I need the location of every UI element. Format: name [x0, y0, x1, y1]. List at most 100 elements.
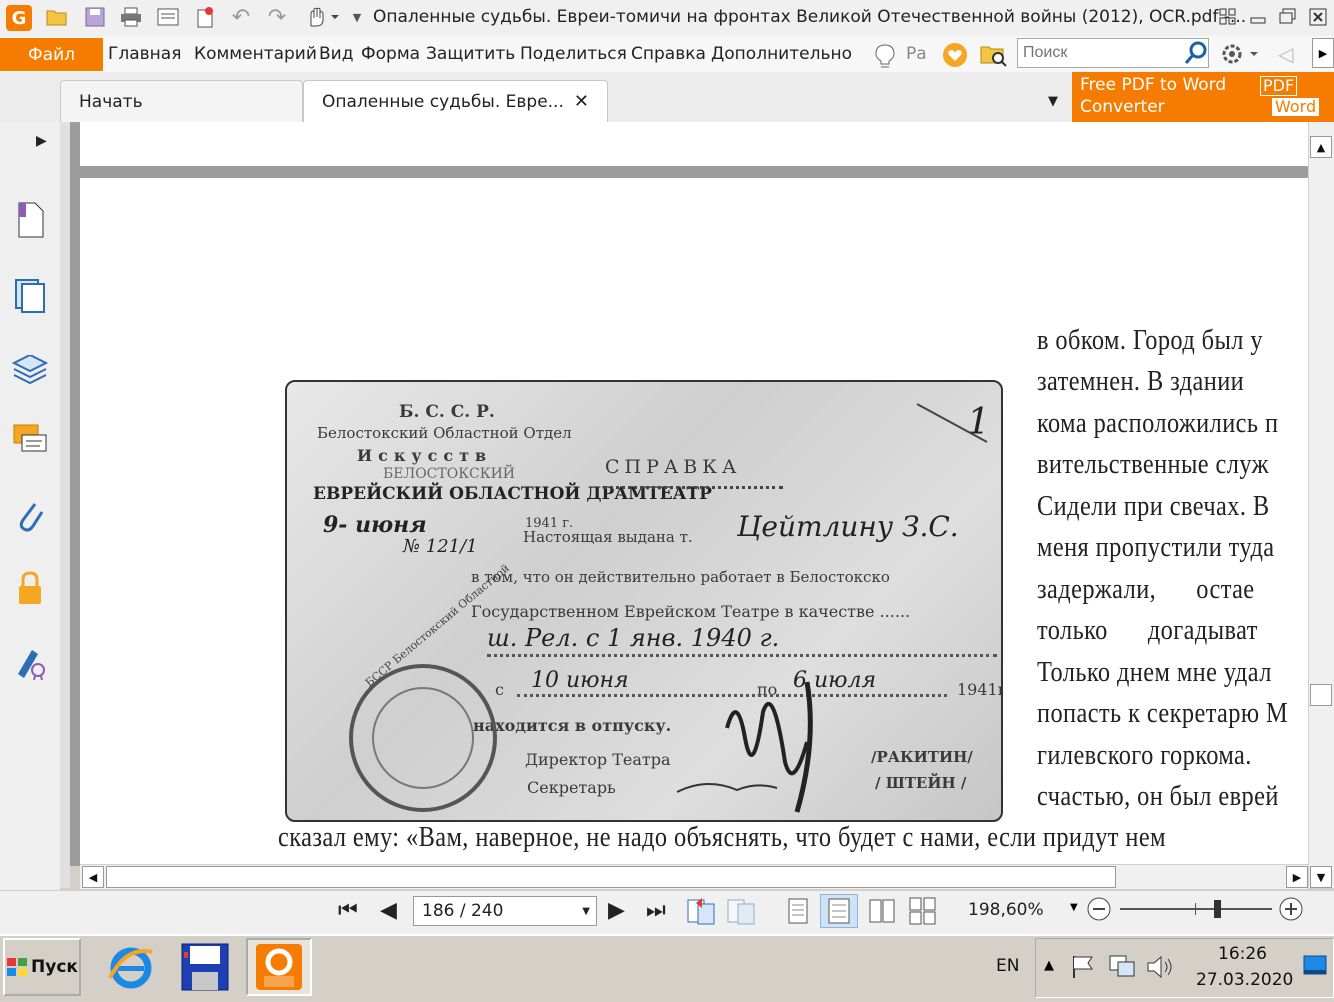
scroll-right-icon[interactable]: ▶ [1286, 866, 1308, 888]
facing-view-icon[interactable] [868, 896, 896, 930]
continuous-view-icon[interactable] [820, 894, 858, 928]
zoom-slider-track[interactable] [1120, 908, 1272, 910]
page-dropdown-icon[interactable]: ▼ [582, 906, 590, 917]
last-page-icon[interactable]: ⏭ [646, 898, 666, 923]
ribbon-scroll-right-icon[interactable]: ▶ [1312, 38, 1334, 68]
zoom-level[interactable]: 198,60% [968, 900, 1044, 920]
page-thumbnail-icon[interactable] [10, 200, 50, 240]
book-line-4: вительственные служ [1037, 448, 1269, 480]
menu-protect[interactable]: Защитить [426, 44, 515, 64]
close-window-button[interactable] [1306, 5, 1330, 29]
continuous-facing-view-icon[interactable] [908, 896, 938, 930]
zoom-out-icon[interactable] [1086, 896, 1112, 926]
menu-view[interactable]: Вид [319, 44, 353, 64]
document-viewport[interactable]: 1 Б. С. С. Р. Белостокский Областной Отд… [70, 122, 1308, 866]
promo-line1: Free PDF to Word [1080, 75, 1227, 95]
floppy-save-taskbar-icon[interactable] [172, 938, 238, 996]
close-tab-icon[interactable]: ✕ [574, 91, 589, 112]
menu-file[interactable]: Файл [0, 38, 103, 71]
menu-home[interactable]: Главная [108, 44, 181, 64]
tab-start-label: Начать [79, 91, 143, 112]
hand-tool-icon[interactable] [303, 6, 343, 28]
properties-icon[interactable] [157, 6, 179, 28]
show-hidden-icons-icon[interactable]: ▲ [1044, 958, 1054, 973]
panel-splitter[interactable] [60, 122, 70, 888]
horizontal-scroll-thumb[interactable] [106, 866, 1116, 888]
first-page-icon[interactable]: ⏮ [338, 898, 358, 923]
show-desktop-icon[interactable] [1302, 954, 1328, 982]
network-icon[interactable] [1108, 954, 1136, 984]
zoom-slider-thumb[interactable] [1214, 900, 1221, 918]
tell-me-field[interactable]: Ра [906, 44, 927, 64]
book-line-9: Только днем мне удал [1037, 656, 1272, 688]
next-page-icon[interactable]: ▶ [608, 898, 625, 923]
language-indicator[interactable]: EN [996, 956, 1019, 976]
attachment-icon[interactable] [10, 496, 50, 536]
book-line-12: счастью, он был еврей [1037, 780, 1279, 812]
pages-panel-icon[interactable] [10, 276, 50, 316]
menu-extra[interactable]: Дополнительно [711, 44, 852, 64]
promo-banner[interactable]: Free PDF to Word Converter PDF Word [1072, 72, 1334, 122]
app-logo-icon[interactable]: G [6, 5, 32, 31]
open-folder-icon[interactable] [46, 6, 68, 28]
scroll-down-icon[interactable]: ▼ [1310, 866, 1332, 888]
start-label: Пуск [31, 957, 78, 977]
layers-icon[interactable] [10, 350, 50, 390]
maximize-button[interactable] [1276, 5, 1300, 29]
find-folder-icon[interactable] [980, 42, 1008, 72]
save-icon[interactable] [84, 6, 106, 28]
tab-list-dropdown-icon[interactable]: ▼ [1048, 94, 1058, 109]
vertical-scroll-thumb[interactable] [1310, 684, 1332, 706]
volume-icon[interactable] [1146, 954, 1174, 984]
vertical-scrollbar[interactable] [1308, 122, 1334, 888]
zoom-dropdown-icon[interactable]: ▼ [1070, 902, 1078, 913]
lock-icon[interactable] [10, 568, 50, 608]
menu-help[interactable]: Справка [631, 44, 706, 64]
menu-form[interactable]: Форма [361, 44, 420, 64]
signature-icon[interactable] [10, 642, 50, 682]
page-number-value: 186 / 240 [422, 901, 504, 921]
expand-panel-icon[interactable]: ▶ [36, 133, 47, 149]
clock-date[interactable]: 27.03.2020 [1196, 970, 1293, 990]
tab-document-label: Опаленные судьбы. Евре... [322, 91, 564, 112]
search-input[interactable] [1018, 39, 1175, 67]
print-icon[interactable] [120, 6, 142, 28]
internet-explorer-icon[interactable] [98, 938, 164, 996]
menu-share[interactable]: Поделиться [520, 44, 627, 64]
search-box[interactable] [1017, 38, 1209, 68]
tab-document[interactable]: Опаленные судьбы. Евре... ✕ [303, 80, 608, 122]
tab-start[interactable]: Начать [60, 80, 303, 122]
minimize-button[interactable] [1246, 5, 1270, 29]
menu-comment[interactable]: Комментарий [194, 44, 317, 64]
promo-line2: Converter [1080, 97, 1165, 117]
previous-page-icon[interactable]: ◀ [380, 898, 397, 923]
clock-time[interactable]: 16:26 [1218, 944, 1267, 964]
start-button[interactable]: Пуск [3, 938, 81, 996]
foxit-reader-taskbar-icon[interactable] [246, 938, 312, 996]
search-icon[interactable] [1184, 41, 1208, 69]
book-line-7: задержали, остае [1037, 573, 1255, 605]
customize-toolbar-icon[interactable]: ▼ [346, 6, 368, 28]
comments-icon[interactable] [10, 420, 50, 460]
window-title: Опаленные судьбы. Евреи-томичи на фронта… [373, 7, 1247, 27]
book-line-10: попасть к секретарю М [1037, 697, 1289, 729]
archival-document-image: 1 Б. С. С. Р. Белостокский Областной Отд… [285, 380, 1003, 822]
previous-view-icon[interactable] [686, 896, 716, 930]
back-arrow-icon[interactable]: ◁ [1278, 42, 1293, 66]
lightbulb-icon[interactable] [874, 43, 896, 73]
page-number-field[interactable]: 186 / 240 ▼ [413, 896, 597, 926]
single-page-view-icon[interactable] [786, 896, 810, 930]
redo-icon[interactable]: ↷ [266, 5, 288, 30]
new-document-icon[interactable] [194, 6, 216, 28]
gear-icon[interactable] [1220, 42, 1260, 70]
heart-icon[interactable] [942, 42, 968, 72]
action-center-flag-icon[interactable] [1070, 954, 1096, 984]
next-view-icon[interactable] [726, 896, 756, 930]
undo-icon[interactable]: ↶ [230, 5, 252, 30]
scroll-up-icon[interactable]: ▲ [1310, 136, 1332, 158]
status-bar [0, 890, 1334, 935]
zoom-in-icon[interactable] [1278, 896, 1304, 926]
restore-layout-icon[interactable] [1216, 5, 1240, 29]
scroll-left-icon[interactable]: ◀ [82, 866, 104, 888]
promo-pdf-badge: PDF [1260, 76, 1298, 96]
